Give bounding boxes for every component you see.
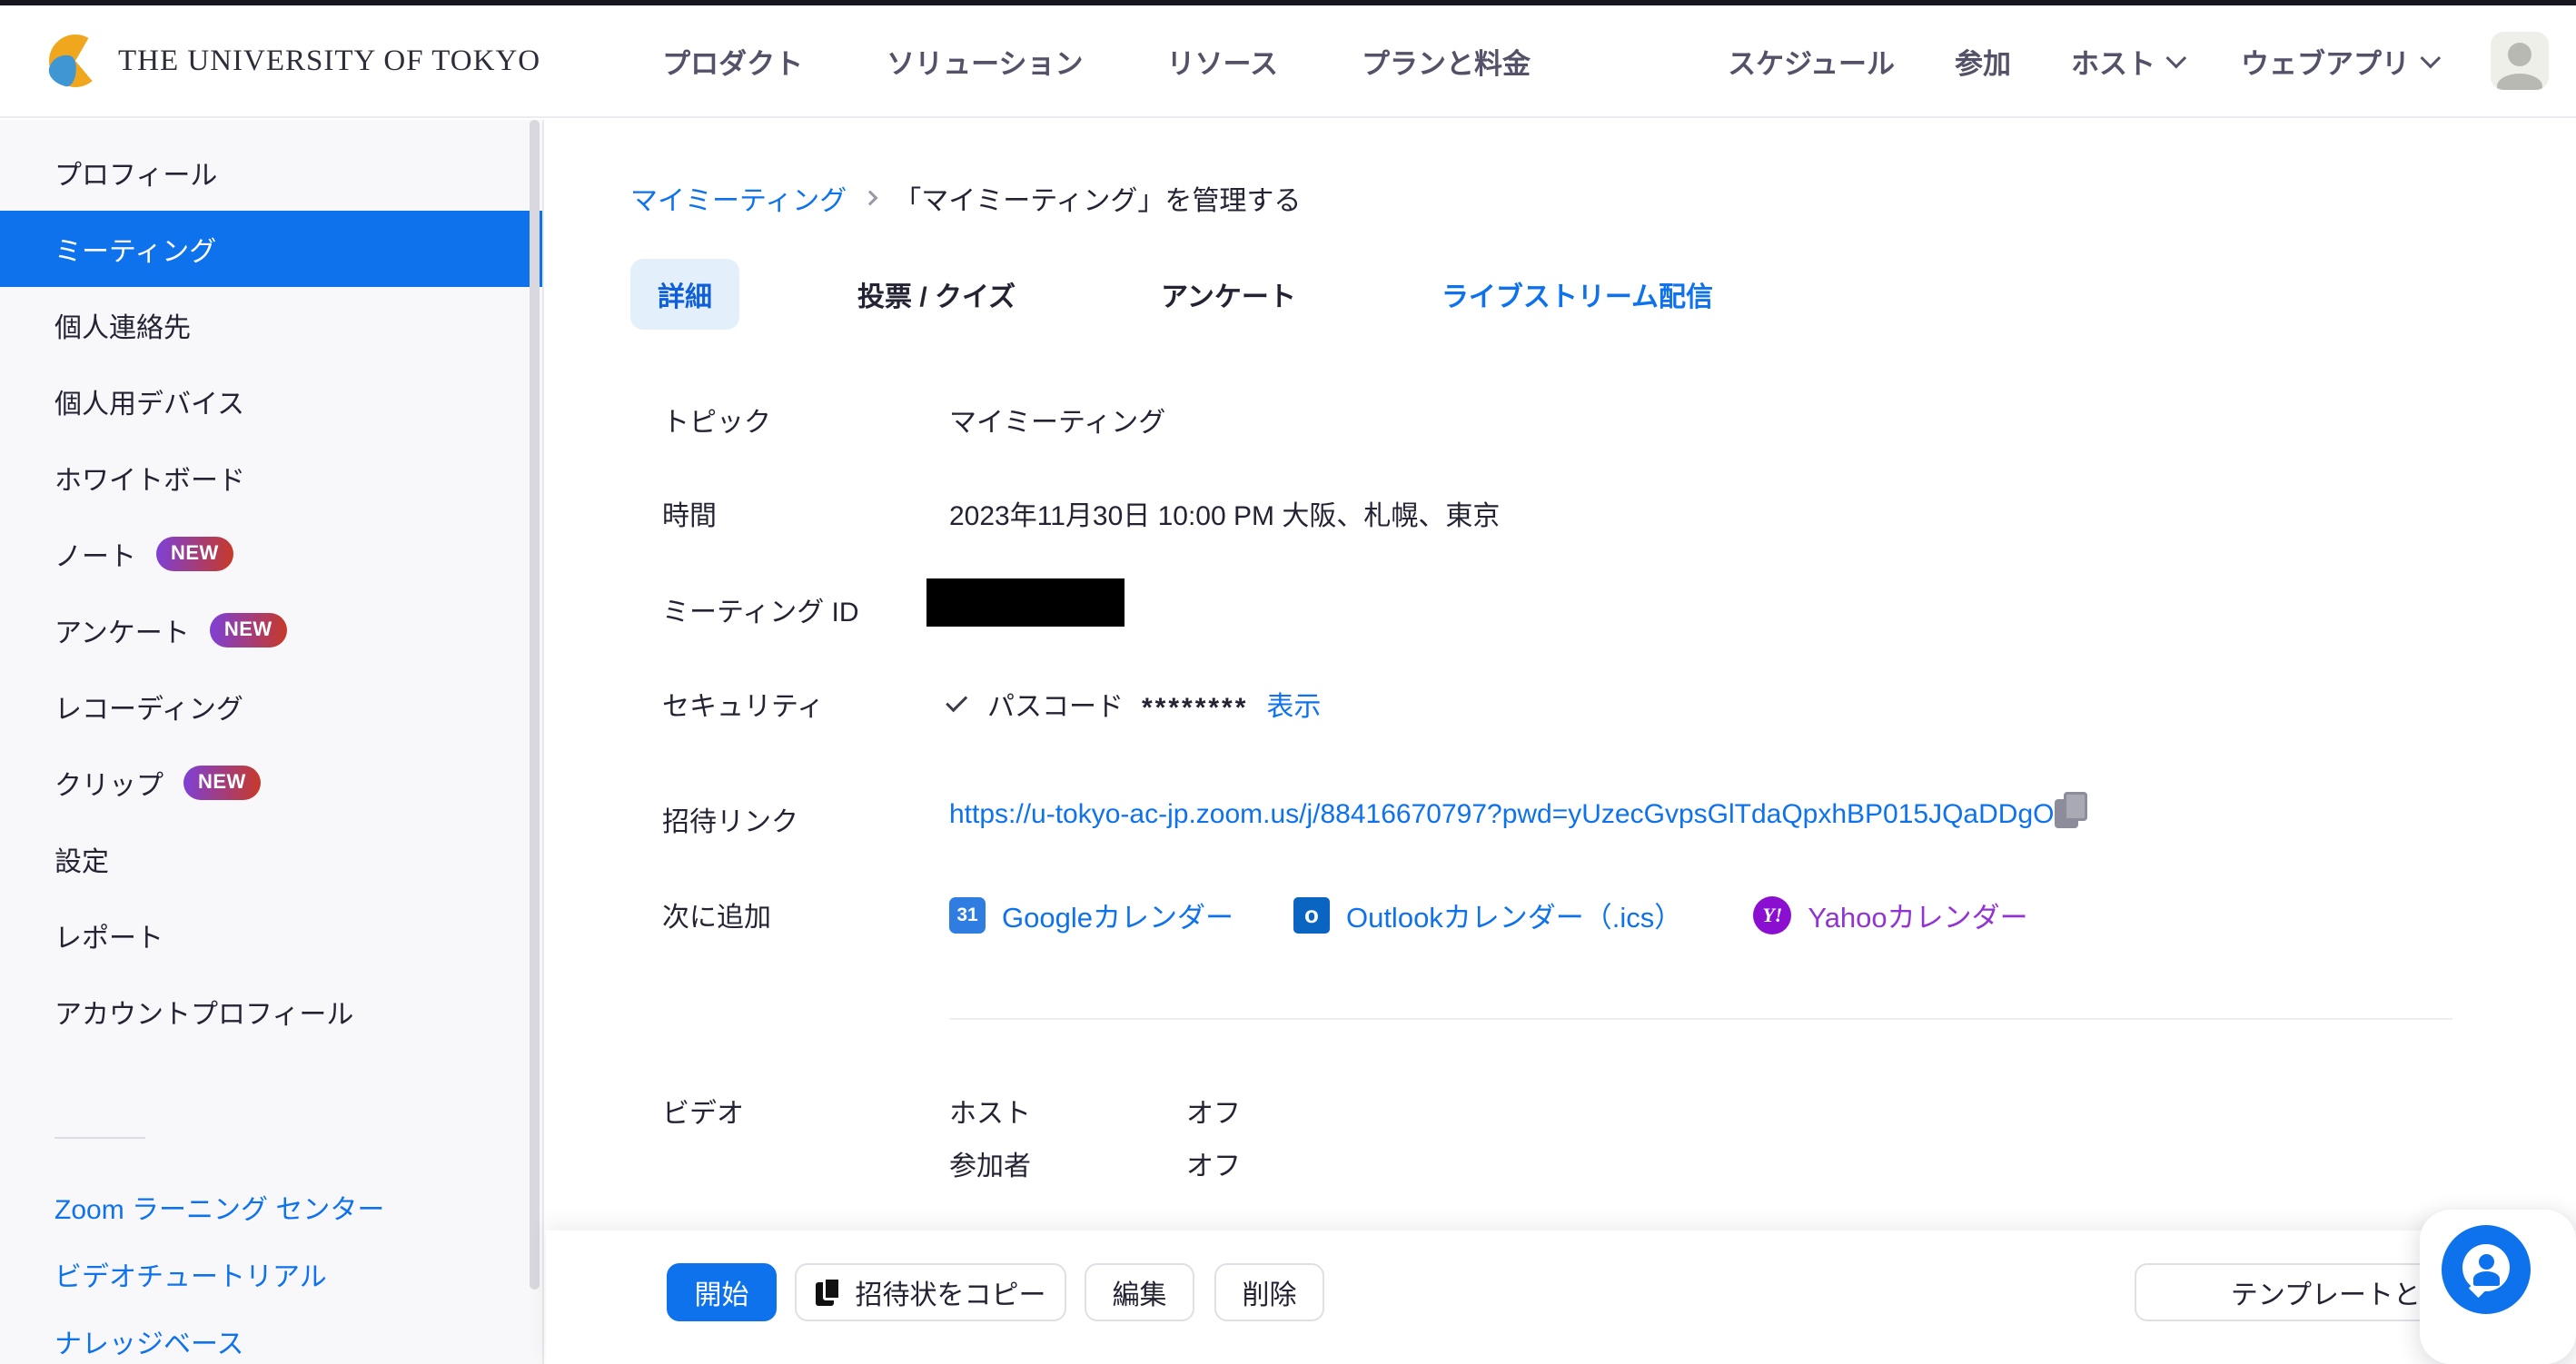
sidebar-item-clips[interactable]: クリップNEW xyxy=(0,745,542,821)
tab-bar: 詳細 投票 / クイズ アンケート ライブストリーム配信 xyxy=(630,259,1740,330)
label-topic: トピック xyxy=(662,400,771,440)
label-security: セキュリティ xyxy=(662,684,824,724)
yahoo-calendar-link[interactable]: Y! Yahooカレンダー xyxy=(1753,895,2027,935)
sidebar-item-personal-contacts[interactable]: 個人連絡先 xyxy=(0,287,542,363)
nav-products[interactable]: プロダクト xyxy=(620,41,845,82)
breadcrumb: マイミーティング 「マイミーティング」を管理する xyxy=(630,178,1301,218)
invite-url-link[interactable]: https://u-tokyo-ac-jp.zoom.us/j/88416670… xyxy=(949,799,2076,829)
tab-survey[interactable]: アンケート xyxy=(1134,259,1323,330)
primary-nav: プロダクト ソリューション リソース プランと料金 xyxy=(620,41,1572,82)
sidebar-menu: プロフィール ミーティング 個人連絡先 個人用デバイス ホワイトボード ノートN… xyxy=(0,120,542,1050)
new-badge: NEW xyxy=(156,537,233,571)
top-nav: THE UNIVERSITY OF TOKYO プロダクト ソリューション リソ… xyxy=(0,5,2576,118)
new-badge: NEW xyxy=(210,613,287,647)
sidebar-item-personal-devices[interactable]: 個人用デバイス xyxy=(0,363,542,440)
sidebar-item-settings[interactable]: 設定 xyxy=(0,821,542,897)
chevron-down-icon xyxy=(2421,48,2442,69)
google-calendar-link[interactable]: 31 Googleカレンダー xyxy=(949,895,1234,935)
sidebar-item-meetings[interactable]: ミーティング xyxy=(0,211,542,287)
value-invite-link: https://u-tokyo-ac-jp.zoom.us/j/88416670… xyxy=(949,799,2076,830)
tab-details[interactable]: 詳細 xyxy=(630,259,739,330)
label-invite-link: 招待リンク xyxy=(662,799,798,839)
nav-schedule[interactable]: スケジュール xyxy=(1698,41,1925,82)
secondary-nav: スケジュール 参加 ホスト ウェブアプリ xyxy=(1698,32,2549,90)
sidebar-item-profile[interactable]: プロフィール xyxy=(0,134,542,211)
logo-text: THE UNIVERSITY OF TOKYO xyxy=(118,44,540,78)
section-divider xyxy=(949,1018,2452,1020)
avatar[interactable] xyxy=(2491,32,2549,90)
video-host-value: オフ xyxy=(1186,1091,1241,1131)
value-topic: マイミーティング xyxy=(949,400,1165,440)
delete-button[interactable]: 削除 xyxy=(1214,1263,1324,1321)
value-add-to: 31 Googleカレンダー o Outlookカレンダー（.ics） Y! Y… xyxy=(949,895,2028,935)
sidebar-link-video-tutorials[interactable]: ビデオチュートリアル xyxy=(0,1240,542,1308)
nav-host-label: ホスト xyxy=(2071,41,2155,82)
nav-plans-pricing[interactable]: プランと料金 xyxy=(1320,41,1572,82)
sidebar-item-notes[interactable]: ノートNEW xyxy=(0,516,542,592)
passcode-mask: ******** xyxy=(1142,693,1248,724)
nav-resources[interactable]: リソース xyxy=(1125,41,1320,82)
video-participant-value: オフ xyxy=(1186,1143,1241,1183)
utokyo-ginkgo-icon xyxy=(49,35,102,87)
check-icon xyxy=(946,690,967,712)
outlook-calendar-icon: o xyxy=(1293,897,1330,934)
sidebar-item-whiteboard[interactable]: ホワイトボード xyxy=(0,440,542,516)
sidebar-item-surveys[interactable]: アンケートNEW xyxy=(0,592,542,668)
value-time: 2023年11月30日 10:00 PM 大阪、札幌、東京 xyxy=(949,493,1500,533)
video-host-label: ホスト xyxy=(949,1091,1031,1131)
edit-button[interactable]: 編集 xyxy=(1085,1263,1194,1321)
sidebar-item-reports[interactable]: レポート xyxy=(0,897,542,974)
label-time: 時間 xyxy=(662,493,717,533)
video-participant-label: 参加者 xyxy=(949,1143,1031,1183)
sidebar-link-learning-center[interactable]: Zoom ラーニング センター xyxy=(0,1173,542,1240)
google-calendar-icon: 31 xyxy=(949,897,986,934)
nav-join[interactable]: 参加 xyxy=(1925,41,2041,82)
tab-livestream[interactable]: ライブストリーム配信 xyxy=(1414,259,1740,330)
action-bar: 開始 招待状をコピー 編集 削除 テンプレートとして保存 xyxy=(546,1231,2576,1364)
breadcrumb-my-meetings[interactable]: マイミーティング xyxy=(630,178,847,218)
nav-host[interactable]: ホスト xyxy=(2041,41,2211,82)
nav-webapp-label: ウェブアプリ xyxy=(2241,41,2410,82)
label-meeting-id: ミーティング ID xyxy=(662,589,859,629)
nav-webapp[interactable]: ウェブアプリ xyxy=(2211,41,2465,82)
copy-invite-link-icon[interactable] xyxy=(2055,792,2091,832)
chevron-down-icon xyxy=(2166,48,2187,69)
sidebar: プロフィール ミーティング 個人連絡先 個人用デバイス ホワイトボード ノートN… xyxy=(0,120,544,1364)
chevron-right-icon xyxy=(863,191,878,206)
label-video: ビデオ xyxy=(662,1091,744,1131)
yahoo-calendar-icon: Y! xyxy=(1753,896,1791,934)
breadcrumb-current: 「マイミーティング」を管理する xyxy=(894,178,1301,218)
avatar-person-icon xyxy=(2508,43,2531,66)
meeting-id-redacted xyxy=(926,578,1125,627)
zoom-web-portal-page: THE UNIVERSITY OF TOKYO プロダクト ソリューション リソ… xyxy=(0,0,2576,1364)
copy-icon xyxy=(816,1277,843,1308)
start-button[interactable]: 開始 xyxy=(667,1263,777,1321)
new-badge: NEW xyxy=(183,766,261,800)
sidebar-link-knowledge-base[interactable]: ナレッジベース xyxy=(0,1308,542,1364)
sidebar-scrollbar[interactable] xyxy=(530,120,540,1290)
label-add-to: 次に追加 xyxy=(662,895,771,934)
nav-solutions[interactable]: ソリューション xyxy=(845,41,1125,82)
sidebar-item-account-profile[interactable]: アカウントプロフィール xyxy=(0,974,542,1050)
sidebar-divider xyxy=(54,1137,145,1139)
passcode-label: パスコード xyxy=(987,684,1124,724)
sidebar-item-recordings[interactable]: レコーディング xyxy=(0,668,542,745)
outlook-calendar-link[interactable]: o Outlookカレンダー（.ics） xyxy=(1293,895,1682,935)
show-passcode-link[interactable]: 表示 xyxy=(1266,684,1321,724)
sidebar-help-links: Zoom ラーニング センター ビデオチュートリアル ナレッジベース xyxy=(0,1173,542,1364)
tab-polls-quizzes[interactable]: 投票 / クイズ xyxy=(830,259,1043,330)
support-chat-button[interactable] xyxy=(2442,1225,2531,1314)
university-logo[interactable]: THE UNIVERSITY OF TOKYO xyxy=(49,35,540,87)
copy-invitation-button[interactable]: 招待状をコピー xyxy=(795,1263,1066,1321)
value-security: パスコード ******** 表示 xyxy=(949,684,1321,724)
